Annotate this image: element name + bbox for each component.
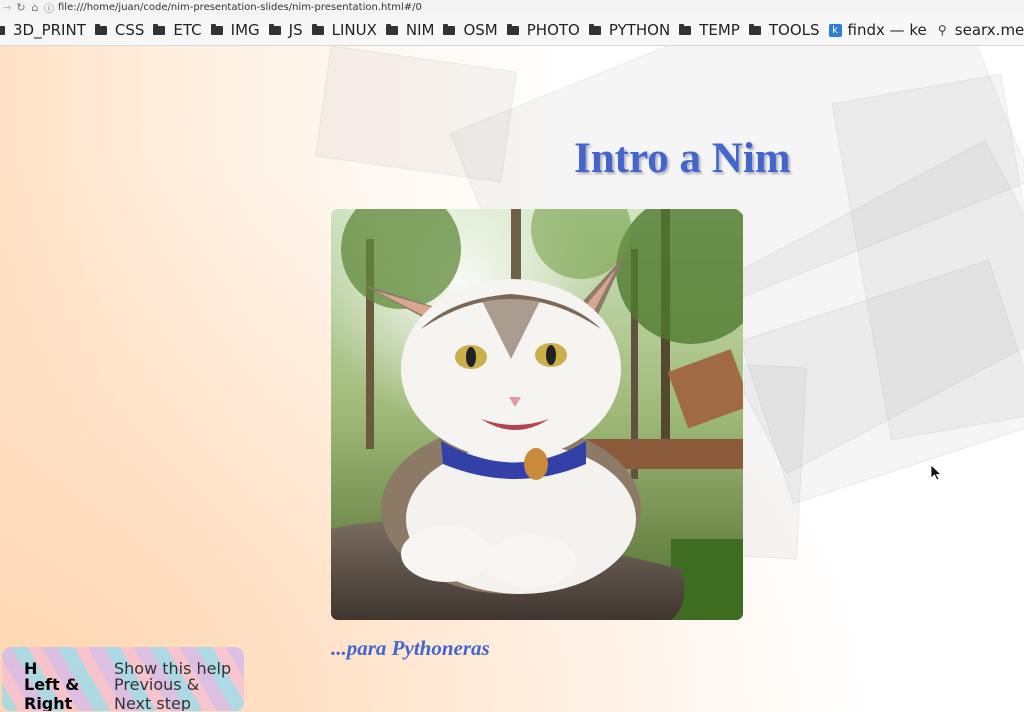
searx-icon: ⚲	[937, 22, 947, 37]
folder-icon	[153, 23, 166, 35]
bookmark-label: searx.me	[954, 21, 1024, 39]
mouse-cursor-icon	[931, 465, 943, 481]
findx-icon: k	[828, 23, 842, 37]
bookmark-photo[interactable]: PHOTO	[506, 21, 580, 39]
folder-icon	[311, 23, 324, 35]
folder-icon	[588, 23, 601, 35]
bookmark-label: ETC	[173, 21, 202, 39]
help-desc-arrows: Previous & Next step	[114, 675, 200, 711]
folder-icon	[443, 23, 456, 35]
bookmark-label: LINUX	[331, 21, 377, 39]
bookmark-python[interactable]: PYTHON	[588, 21, 671, 39]
bookmark-3d-print[interactable]: 3D_PRINT	[0, 21, 86, 39]
bookmark-label: PYTHON	[608, 21, 671, 39]
bookmark-img[interactable]: IMG	[210, 21, 260, 39]
bookmark-label: 3D_PRINT	[13, 21, 86, 39]
bookmark-findx[interactable]: k findx — ke	[828, 21, 927, 39]
background-decoration	[735, 364, 807, 560]
folder-icon	[268, 23, 281, 35]
bookmarks-bar: 3D_PRINT CSS ETC IMG JS LINUX NIM OSM PH…	[0, 15, 1024, 46]
reload-icon[interactable]: ↻	[14, 1, 28, 14]
home-icon[interactable]: ⌂	[28, 1, 42, 14]
bookmark-searx[interactable]: ⚲ searx.me	[936, 21, 1024, 39]
bookmark-label: PHOTO	[526, 21, 580, 39]
folder-icon	[94, 23, 107, 35]
help-key-arrows: Left & Right	[24, 675, 80, 711]
bookmark-label: NIM	[405, 21, 435, 39]
bookmark-nim[interactable]: NIM	[385, 21, 435, 39]
cat-image	[331, 209, 743, 620]
bookmark-label: TEMP	[699, 21, 740, 39]
info-icon[interactable]: ⓘ	[42, 0, 56, 15]
cat-photo	[331, 209, 743, 620]
help-panel: H Show this help Left & Right Previous &…	[2, 647, 244, 711]
bookmark-label: JS	[288, 21, 303, 39]
slide-title: Intro a Nim	[574, 135, 791, 182]
bookmark-label: OSM	[463, 21, 498, 39]
folder-icon	[506, 23, 519, 35]
folder-icon	[385, 23, 398, 35]
folder-icon	[748, 23, 761, 35]
forward-icon[interactable]: →	[0, 1, 14, 14]
bookmark-css[interactable]: CSS	[94, 21, 145, 39]
folder-icon	[210, 23, 223, 35]
bookmark-osm[interactable]: OSM	[443, 21, 498, 39]
bookmark-temp[interactable]: TEMP	[679, 21, 740, 39]
bookmark-label: TOOLS	[768, 21, 820, 39]
bookmark-tools[interactable]: TOOLS	[748, 21, 820, 39]
bookmark-js[interactable]: JS	[268, 21, 303, 39]
slide: Intro a Nim ...para Pythoneras	[0, 46, 1024, 712]
bookmark-label: IMG	[230, 21, 260, 39]
bookmark-label: CSS	[114, 21, 145, 39]
folder-icon	[679, 23, 692, 35]
folder-icon	[0, 25, 5, 35]
address-bar: → ↻ ⌂ ⓘ file:///home/juan/code/nim-prese…	[0, 0, 1024, 15]
bookmark-etc[interactable]: ETC	[153, 21, 202, 39]
bookmark-label: findx — ke	[847, 21, 927, 39]
url-field[interactable]: file:///home/juan/code/nim-presentation-…	[58, 2, 422, 13]
slide-subtitle: ...para Pythoneras	[331, 636, 490, 660]
bookmark-linux[interactable]: LINUX	[311, 21, 377, 39]
